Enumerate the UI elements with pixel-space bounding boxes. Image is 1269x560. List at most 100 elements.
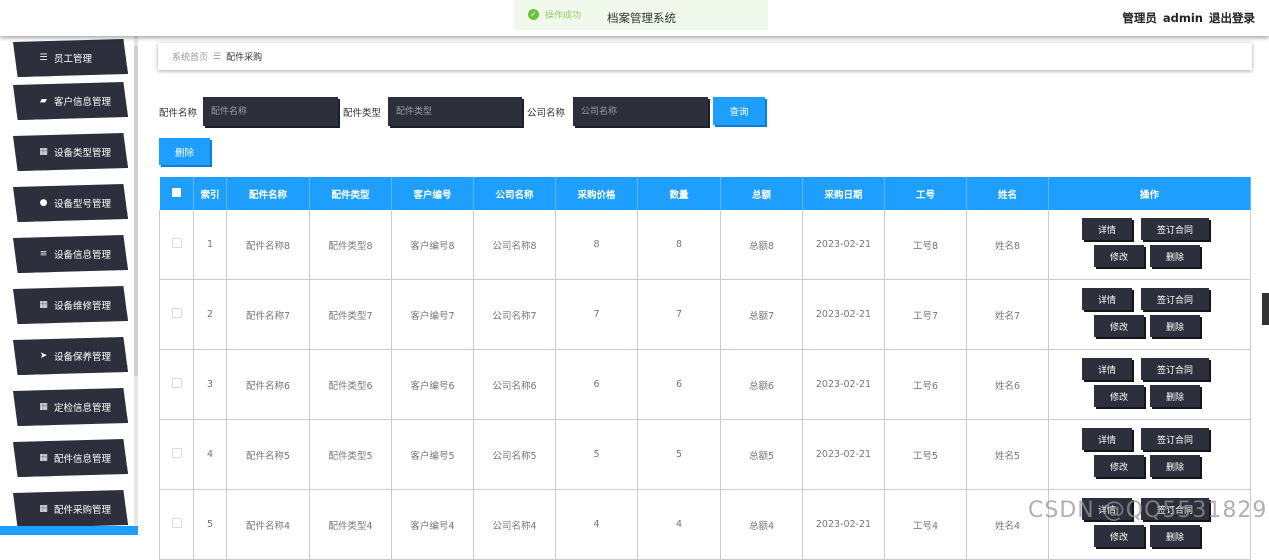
- sidebar-item[interactable]: ● 设备型号管理: [13, 184, 128, 222]
- breadcrumb-separator-icon: ☰: [213, 51, 222, 62]
- sidebar-item[interactable]: ☰ 员工管理: [13, 39, 128, 77]
- sidebar-item-label: 设备保养管理: [54, 352, 112, 363]
- column-header: 数量: [637, 177, 721, 210]
- cell-job_no: 工号4: [884, 489, 967, 560]
- sidebar: ☰ 员工管理 ▰ 客户信息管理 ▦ 设备类型管理 ● 设备型号管理 ≡ 设备信息管理 ▦ 设备维修管理…: [0, 36, 140, 535]
- cell-company: 公司名称4: [473, 489, 556, 560]
- row-checkbox[interactable]: [171, 238, 182, 248]
- username: admin: [1162, 11, 1203, 25]
- column-header: 公司名称: [473, 177, 556, 210]
- grid-icon: ▦: [39, 147, 48, 157]
- sidebar-item-label: 配件采购管理: [54, 505, 112, 516]
- select-all-checkbox[interactable]: [171, 187, 181, 197]
- sidebar-item[interactable]: ▦ 设备类型管理: [13, 133, 128, 171]
- cell-job_no: 工号6: [884, 349, 967, 420]
- cell-date: 2023-02-21: [802, 419, 885, 490]
- delete-button[interactable]: 删除: [1150, 525, 1200, 547]
- row-checkbox[interactable]: [171, 378, 182, 388]
- cell-customer: 客户编号8: [391, 210, 474, 280]
- app-title: 档案管理系统: [607, 11, 676, 25]
- actions-cell: 详情 签订合同修改 删除: [1048, 210, 1251, 280]
- batch-delete-button[interactable]: 删除: [159, 138, 210, 165]
- edit-button[interactable]: 修改: [1094, 315, 1144, 337]
- user-icon: ●: [39, 198, 48, 208]
- column-header: 配件类型: [309, 177, 392, 210]
- sidebar-active-indicator: [0, 526, 138, 535]
- cell-qty: 8: [637, 210, 721, 280]
- query-button[interactable]: 查询: [713, 97, 765, 125]
- breadcrumb: 系统首页 ☰ 配件采购: [158, 43, 1252, 70]
- check-icon: ✓: [528, 9, 539, 20]
- cell-type: 配件类型4: [309, 489, 392, 560]
- watermark: CSDN @QQ55318293: [1028, 498, 1269, 523]
- cell-total: 总额8: [720, 210, 803, 280]
- cell-company: 公司名称5: [473, 419, 556, 490]
- breadcrumb-home[interactable]: 系统首页: [172, 50, 208, 63]
- edit-button[interactable]: 修改: [1094, 525, 1144, 547]
- detail-button[interactable]: 详情: [1082, 428, 1132, 450]
- sidebar-item[interactable]: ▦ 设备维修管理: [13, 286, 128, 324]
- sign-contract-button[interactable]: 签订合同: [1141, 358, 1209, 380]
- table-row: 1 配件名称8 配件类型8 客户编号8 公司名称8 8 8 总额8 2023-02-21 工号8 姓…: [159, 210, 1251, 280]
- edit-button[interactable]: 修改: [1094, 385, 1144, 407]
- edit-button[interactable]: 修改: [1094, 455, 1144, 477]
- cell-company: 公司名称7: [473, 279, 556, 350]
- cell-type: 配件类型7: [309, 279, 392, 350]
- cell-name: 配件名称7: [226, 279, 310, 350]
- sidebar-item[interactable]: ≡ 设备信息管理: [13, 235, 128, 273]
- table-row: 2 配件名称7 配件类型7 客户编号7 公司名称7 7 7 总额7 2023-02-21 工号7 姓…: [159, 279, 1251, 350]
- cell-company: 公司名称8: [473, 210, 556, 280]
- user-area: 管理员 admin 退出登录: [1120, 10, 1255, 26]
- detail-button[interactable]: 详情: [1082, 358, 1132, 380]
- column-header: 采购日期: [802, 177, 885, 210]
- sidebar-item[interactable]: ▰ 客户信息管理: [13, 82, 128, 120]
- cell-total: 总额7: [720, 279, 803, 350]
- column-header: 工号: [884, 177, 967, 210]
- company-search-input[interactable]: [573, 97, 708, 126]
- sidebar-item[interactable]: ➤ 设备保养管理: [13, 337, 128, 375]
- cell-date: 2023-02-21: [802, 210, 885, 280]
- row-checkbox[interactable]: [171, 308, 182, 318]
- cell-customer: 客户编号6: [391, 349, 474, 420]
- cell-customer: 客户编号4: [391, 489, 474, 560]
- cell-name: 配件名称5: [226, 419, 310, 490]
- delete-button[interactable]: 删除: [1150, 455, 1200, 477]
- cell-price: 8: [555, 210, 638, 280]
- row-checkbox[interactable]: [171, 518, 182, 528]
- sidebar-item[interactable]: ▦ 配件信息管理: [13, 439, 128, 477]
- cell-price: 6: [555, 349, 638, 420]
- cell-date: 2023-02-21: [802, 489, 885, 560]
- sign-contract-button[interactable]: 签订合同: [1141, 218, 1209, 240]
- actions-cell: 详情 签订合同修改 删除: [1048, 349, 1251, 420]
- logout-link[interactable]: 退出登录: [1209, 11, 1255, 25]
- cell-index: 4: [193, 419, 227, 490]
- cell-price: 7: [555, 279, 638, 350]
- sign-contract-button[interactable]: 签订合同: [1141, 428, 1209, 450]
- row-checkbox[interactable]: [171, 448, 182, 458]
- sidebar-item-label: 客户信息管理: [54, 97, 112, 108]
- cell-person: 姓名5: [966, 419, 1049, 490]
- type-search-input[interactable]: [388, 97, 522, 126]
- cell-price: 5: [555, 419, 638, 490]
- cell-date: 2023-02-21: [802, 279, 885, 350]
- delete-button[interactable]: 删除: [1150, 385, 1200, 407]
- column-header: 客户编号: [391, 177, 474, 210]
- sidebar-item[interactable]: ▦ 配件采购管理: [13, 490, 128, 528]
- top-bar: ✓ 操作成功 档案管理系统 管理员 admin 退出登录: [0, 0, 1269, 36]
- cell-total: 总额6: [720, 349, 803, 420]
- cell-customer: 客户编号7: [391, 279, 474, 350]
- cell-price: 4: [555, 489, 638, 560]
- delete-button[interactable]: 删除: [1150, 245, 1200, 267]
- sidebar-item[interactable]: ▦ 定检信息管理: [13, 388, 128, 426]
- toast-text: 操作成功: [545, 11, 582, 21]
- sign-contract-button[interactable]: 签订合同: [1141, 288, 1209, 310]
- edit-button[interactable]: 修改: [1094, 245, 1144, 267]
- detail-button[interactable]: 详情: [1082, 218, 1132, 240]
- cell-person: 姓名7: [966, 279, 1049, 350]
- sidebar-item-label: 设备类型管理: [54, 148, 112, 159]
- detail-button[interactable]: 详情: [1082, 288, 1132, 310]
- sidebar-scrollbar[interactable]: [134, 36, 138, 528]
- delete-button[interactable]: 删除: [1150, 315, 1200, 337]
- scroll-handle[interactable]: [1262, 293, 1269, 325]
- name-search-input[interactable]: [203, 97, 338, 126]
